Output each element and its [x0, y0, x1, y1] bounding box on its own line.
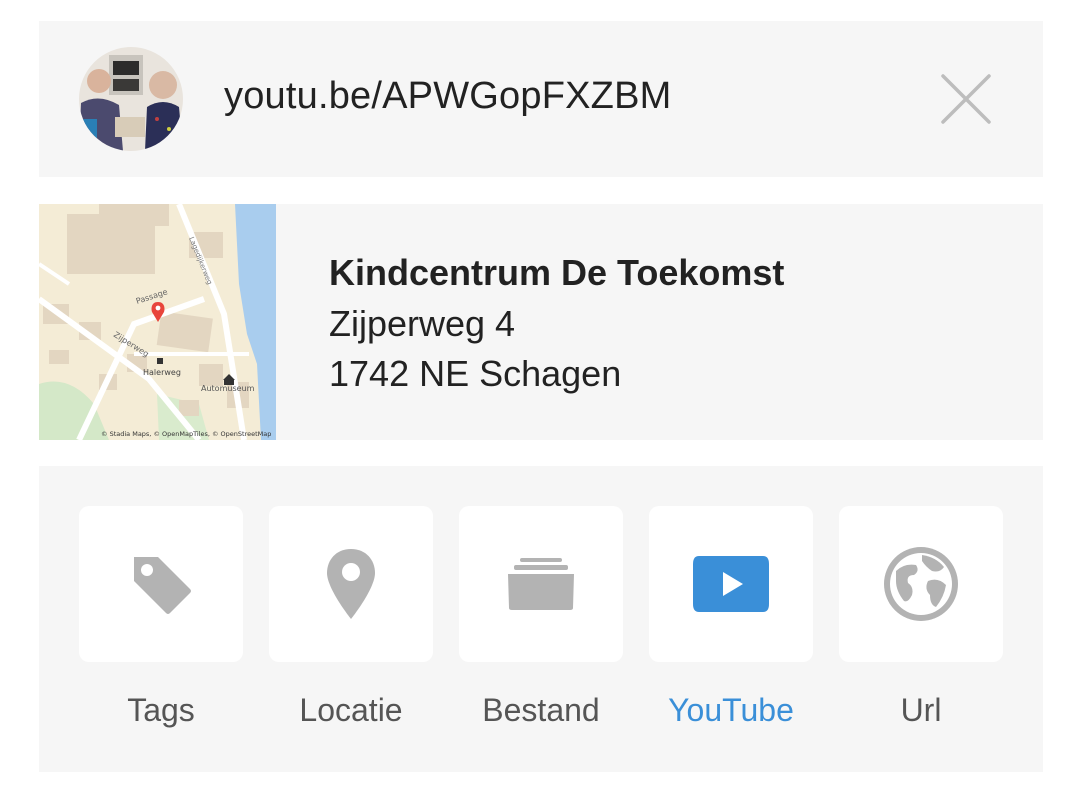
- type-label-bestand[interactable]: Bestand: [459, 692, 623, 729]
- tag-icon: [134, 557, 191, 614]
- type-tile-url[interactable]: [839, 506, 1003, 662]
- youtube-link-card: youtu.be/APWGopFXZBM: [39, 21, 1043, 177]
- type-label-url[interactable]: Url: [839, 692, 1003, 729]
- map-label-halerweg: Halerweg: [143, 368, 181, 377]
- location-card: Passage Zijperweg Halerweg Automuseum La…: [39, 204, 1043, 440]
- location-map[interactable]: Passage Zijperweg Halerweg Automuseum La…: [39, 204, 276, 440]
- location-city: 1742 NE Schagen: [329, 353, 622, 394]
- location-street: Zijperweg 4: [329, 303, 516, 344]
- type-label-youtube[interactable]: YouTube: [649, 692, 813, 729]
- location-name: Kindcentrum De Toekomst: [329, 252, 785, 293]
- folder-icon: [508, 558, 574, 610]
- close-icon: [941, 74, 991, 124]
- youtube-icon: [693, 556, 769, 612]
- type-tile-locatie[interactable]: [269, 506, 433, 662]
- map-attribution: © Stadia Maps, © OpenMapTiles, © OpenStr…: [101, 430, 271, 438]
- type-tile-youtube[interactable]: [649, 506, 813, 662]
- globe-icon: [884, 547, 958, 621]
- type-label-locatie[interactable]: Locatie: [269, 692, 433, 729]
- type-label-tags[interactable]: Tags: [79, 692, 243, 729]
- close-button[interactable]: [937, 70, 995, 128]
- youtube-url: youtu.be/APWGopFXZBM: [224, 75, 672, 117]
- bus-stop-icon: [157, 358, 163, 364]
- attachment-type-selector: Tags Locatie Bestand YouTube Url: [39, 466, 1043, 772]
- type-tile-tags[interactable]: [79, 506, 243, 662]
- video-thumbnail: [79, 47, 183, 151]
- type-tile-bestand[interactable]: [459, 506, 623, 662]
- map-pin-icon: [327, 549, 375, 619]
- map-image: Passage Zijperweg Halerweg Automuseum La…: [39, 204, 276, 440]
- video-thumbnail-image: [79, 47, 183, 151]
- map-label-automuseum: Automuseum: [201, 384, 255, 393]
